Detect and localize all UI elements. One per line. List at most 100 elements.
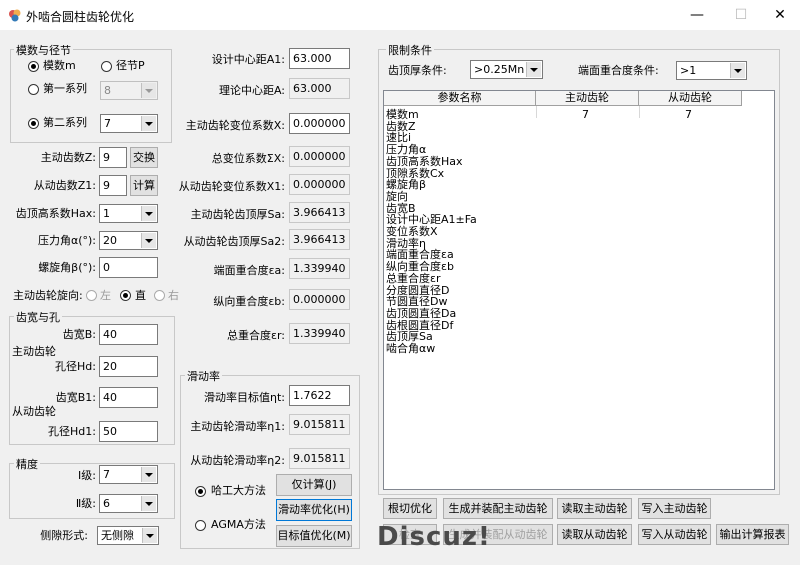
- chevron-down-icon: [526, 62, 541, 77]
- theory-center-label: 理论中心距A:: [218, 84, 285, 97]
- grade2-label: Ⅱ级:: [75, 497, 96, 510]
- table-row-label: 齿数Z: [386, 119, 416, 133]
- write-driven-button[interactable]: 写入从动齿轮: [638, 524, 711, 545]
- read-driving-button[interactable]: 读取主动齿轮: [557, 498, 632, 519]
- table-header-driving[interactable]: 主动齿轮: [536, 91, 639, 106]
- calc-only-button[interactable]: 仅计算(J): [276, 474, 352, 496]
- tip-cond-label: 齿顶厚条件:: [388, 64, 447, 77]
- limits-group-label: 限制条件: [386, 42, 434, 58]
- table-row-label: 齿顶高系数Hax: [386, 154, 463, 168]
- calc-button[interactable]: 计算: [130, 175, 158, 196]
- module-radio[interactable]: [28, 61, 39, 72]
- table-row-label: 变位系数X: [386, 225, 438, 238]
- ea-label: 端面重合度εa:: [213, 264, 285, 277]
- sx-value: 0.000000: [289, 146, 350, 167]
- clearance-label: 侧隙形式:: [40, 529, 88, 542]
- width-group-label: 齿宽与孔: [14, 309, 62, 325]
- params-table[interactable]: 参数名称 主动齿轮 从动齿轮 模数m 齿数Z 速比i 压力角α 齿顶高系数Hax 顶隙系数…: [383, 90, 775, 490]
- er-label: 总重合度εr:: [227, 329, 285, 342]
- b1-input[interactable]: 40: [99, 387, 158, 408]
- table-row-label: 齿根圆直径Df: [386, 318, 454, 332]
- alpha-select[interactable]: 20: [99, 231, 158, 250]
- gen-driving-button[interactable]: 生成并装配主动齿轮: [443, 498, 553, 519]
- z-input[interactable]: 9: [99, 147, 127, 168]
- table-header-name[interactable]: 参数名称: [384, 91, 536, 106]
- hax-select[interactable]: 1: [99, 204, 158, 223]
- clearance-select[interactable]: 无侧隙: [97, 526, 159, 545]
- hand-left-label: 左: [100, 289, 111, 302]
- grade2-select[interactable]: 6: [99, 494, 158, 513]
- series1-label: 第一系列: [43, 82, 87, 95]
- read-driven-button[interactable]: 读取从动齿轮: [557, 524, 632, 545]
- eb-value: 0.000000: [289, 289, 350, 310]
- series2-radio[interactable]: [28, 118, 39, 129]
- sa-label: 主动齿轮齿顶厚Sa:: [190, 208, 285, 221]
- module-radio-label: 模数m: [43, 59, 76, 72]
- table-row-label: 速比i: [386, 131, 412, 145]
- table-row-label: 顶隙系数Cx: [386, 166, 445, 180]
- hd1-input[interactable]: 50: [99, 421, 158, 442]
- pitch-radio[interactable]: [101, 61, 112, 72]
- design-center-label: 设计中心距A1:: [211, 53, 285, 66]
- sliding-group-label: 滑动率: [185, 368, 222, 384]
- chevron-down-icon: [141, 206, 156, 221]
- driving-gear-label: 主动齿轮: [12, 345, 56, 358]
- er-value: 1.339940: [289, 323, 350, 344]
- b1-label: 齿宽B1:: [55, 391, 96, 404]
- alpha-label: 压力角α(°):: [37, 234, 96, 247]
- sliding-target-label: 滑动率目标值ηt:: [204, 391, 285, 404]
- hd-input[interactable]: 20: [99, 356, 158, 377]
- chevron-down-icon: [141, 467, 156, 482]
- table-row-label: 分度圆直径D: [386, 283, 450, 297]
- hand-right-radio[interactable]: [154, 290, 165, 301]
- z1-input[interactable]: 9: [99, 175, 127, 196]
- table-cell-driving-module: 7: [582, 108, 589, 121]
- sliding-n2-label: 从动齿轮滑动率η2:: [190, 454, 285, 467]
- hand-label: 主动齿轮旋向:: [13, 289, 83, 302]
- chevron-down-icon: [141, 496, 156, 511]
- window-title: 外啮合圆柱齿轮优化: [26, 10, 135, 24]
- table-row-label: 设计中心距A1±Fa: [386, 213, 477, 227]
- sliding-target-input[interactable]: 1.7622: [289, 385, 350, 406]
- series2-select[interactable]: 7: [100, 114, 158, 133]
- tip-cond-select[interactable]: >0.25Mn: [470, 60, 543, 79]
- swap-button[interactable]: 交换: [130, 147, 158, 168]
- hand-straight-label: 直: [135, 289, 146, 302]
- grade1-select[interactable]: 7: [99, 465, 158, 484]
- table-row-label: 节圆直径Dw: [386, 295, 448, 309]
- method-agma-radio[interactable]: [195, 520, 206, 531]
- ratio-cond-select[interactable]: >1: [676, 61, 747, 80]
- beta-input[interactable]: 0: [99, 257, 158, 278]
- eb-label: 纵向重合度εb:: [213, 295, 285, 308]
- table-row-label: 压力角α: [386, 143, 427, 157]
- design-center-input[interactable]: 63.000: [289, 48, 350, 69]
- method-hit-radio[interactable]: [195, 486, 206, 497]
- watermark: Discuz!: [377, 522, 491, 552]
- root-cut-opt-button[interactable]: 根切优化: [383, 498, 437, 519]
- table-row-label: 端面重合度εa: [386, 248, 454, 262]
- target-opt-button[interactable]: 目标值优化(M): [276, 525, 352, 547]
- sliding-opt-button[interactable]: 滑动率优化(H): [276, 499, 352, 521]
- method-hit-label: 哈工大方法: [211, 484, 266, 497]
- series1-select[interactable]: 8: [100, 81, 158, 100]
- z-label: 主动齿数Z:: [40, 151, 96, 164]
- table-row-label: 齿顶厚Sa: [386, 330, 433, 344]
- hand-straight-radio[interactable]: [120, 290, 131, 301]
- write-driving-button[interactable]: 写入主动齿轮: [638, 498, 711, 519]
- chevron-down-icon: [141, 116, 156, 131]
- table-row-label: 模数m: [386, 108, 419, 121]
- hand-left-radio[interactable]: [86, 290, 97, 301]
- b-input[interactable]: 40: [99, 324, 158, 345]
- x1-value: 0.000000: [289, 174, 350, 195]
- table-row-label: 总重合度εr: [386, 271, 441, 285]
- export-report-button[interactable]: 输出计算报表: [716, 524, 789, 545]
- minimize-button[interactable]: —: [674, 0, 720, 30]
- series1-radio[interactable]: [28, 84, 39, 95]
- x1-label: 从动齿轮变位系数X1:: [178, 180, 285, 193]
- table-row-label: 齿宽B: [386, 201, 416, 215]
- table-header-driven[interactable]: 从动齿轮: [639, 91, 742, 106]
- sa-value: 3.966413: [289, 202, 350, 223]
- sa2-label: 从动齿轮齿顶厚Sa2:: [183, 235, 285, 248]
- x-input[interactable]: 0.000000: [289, 113, 350, 134]
- close-button[interactable]: ✕: [757, 0, 800, 30]
